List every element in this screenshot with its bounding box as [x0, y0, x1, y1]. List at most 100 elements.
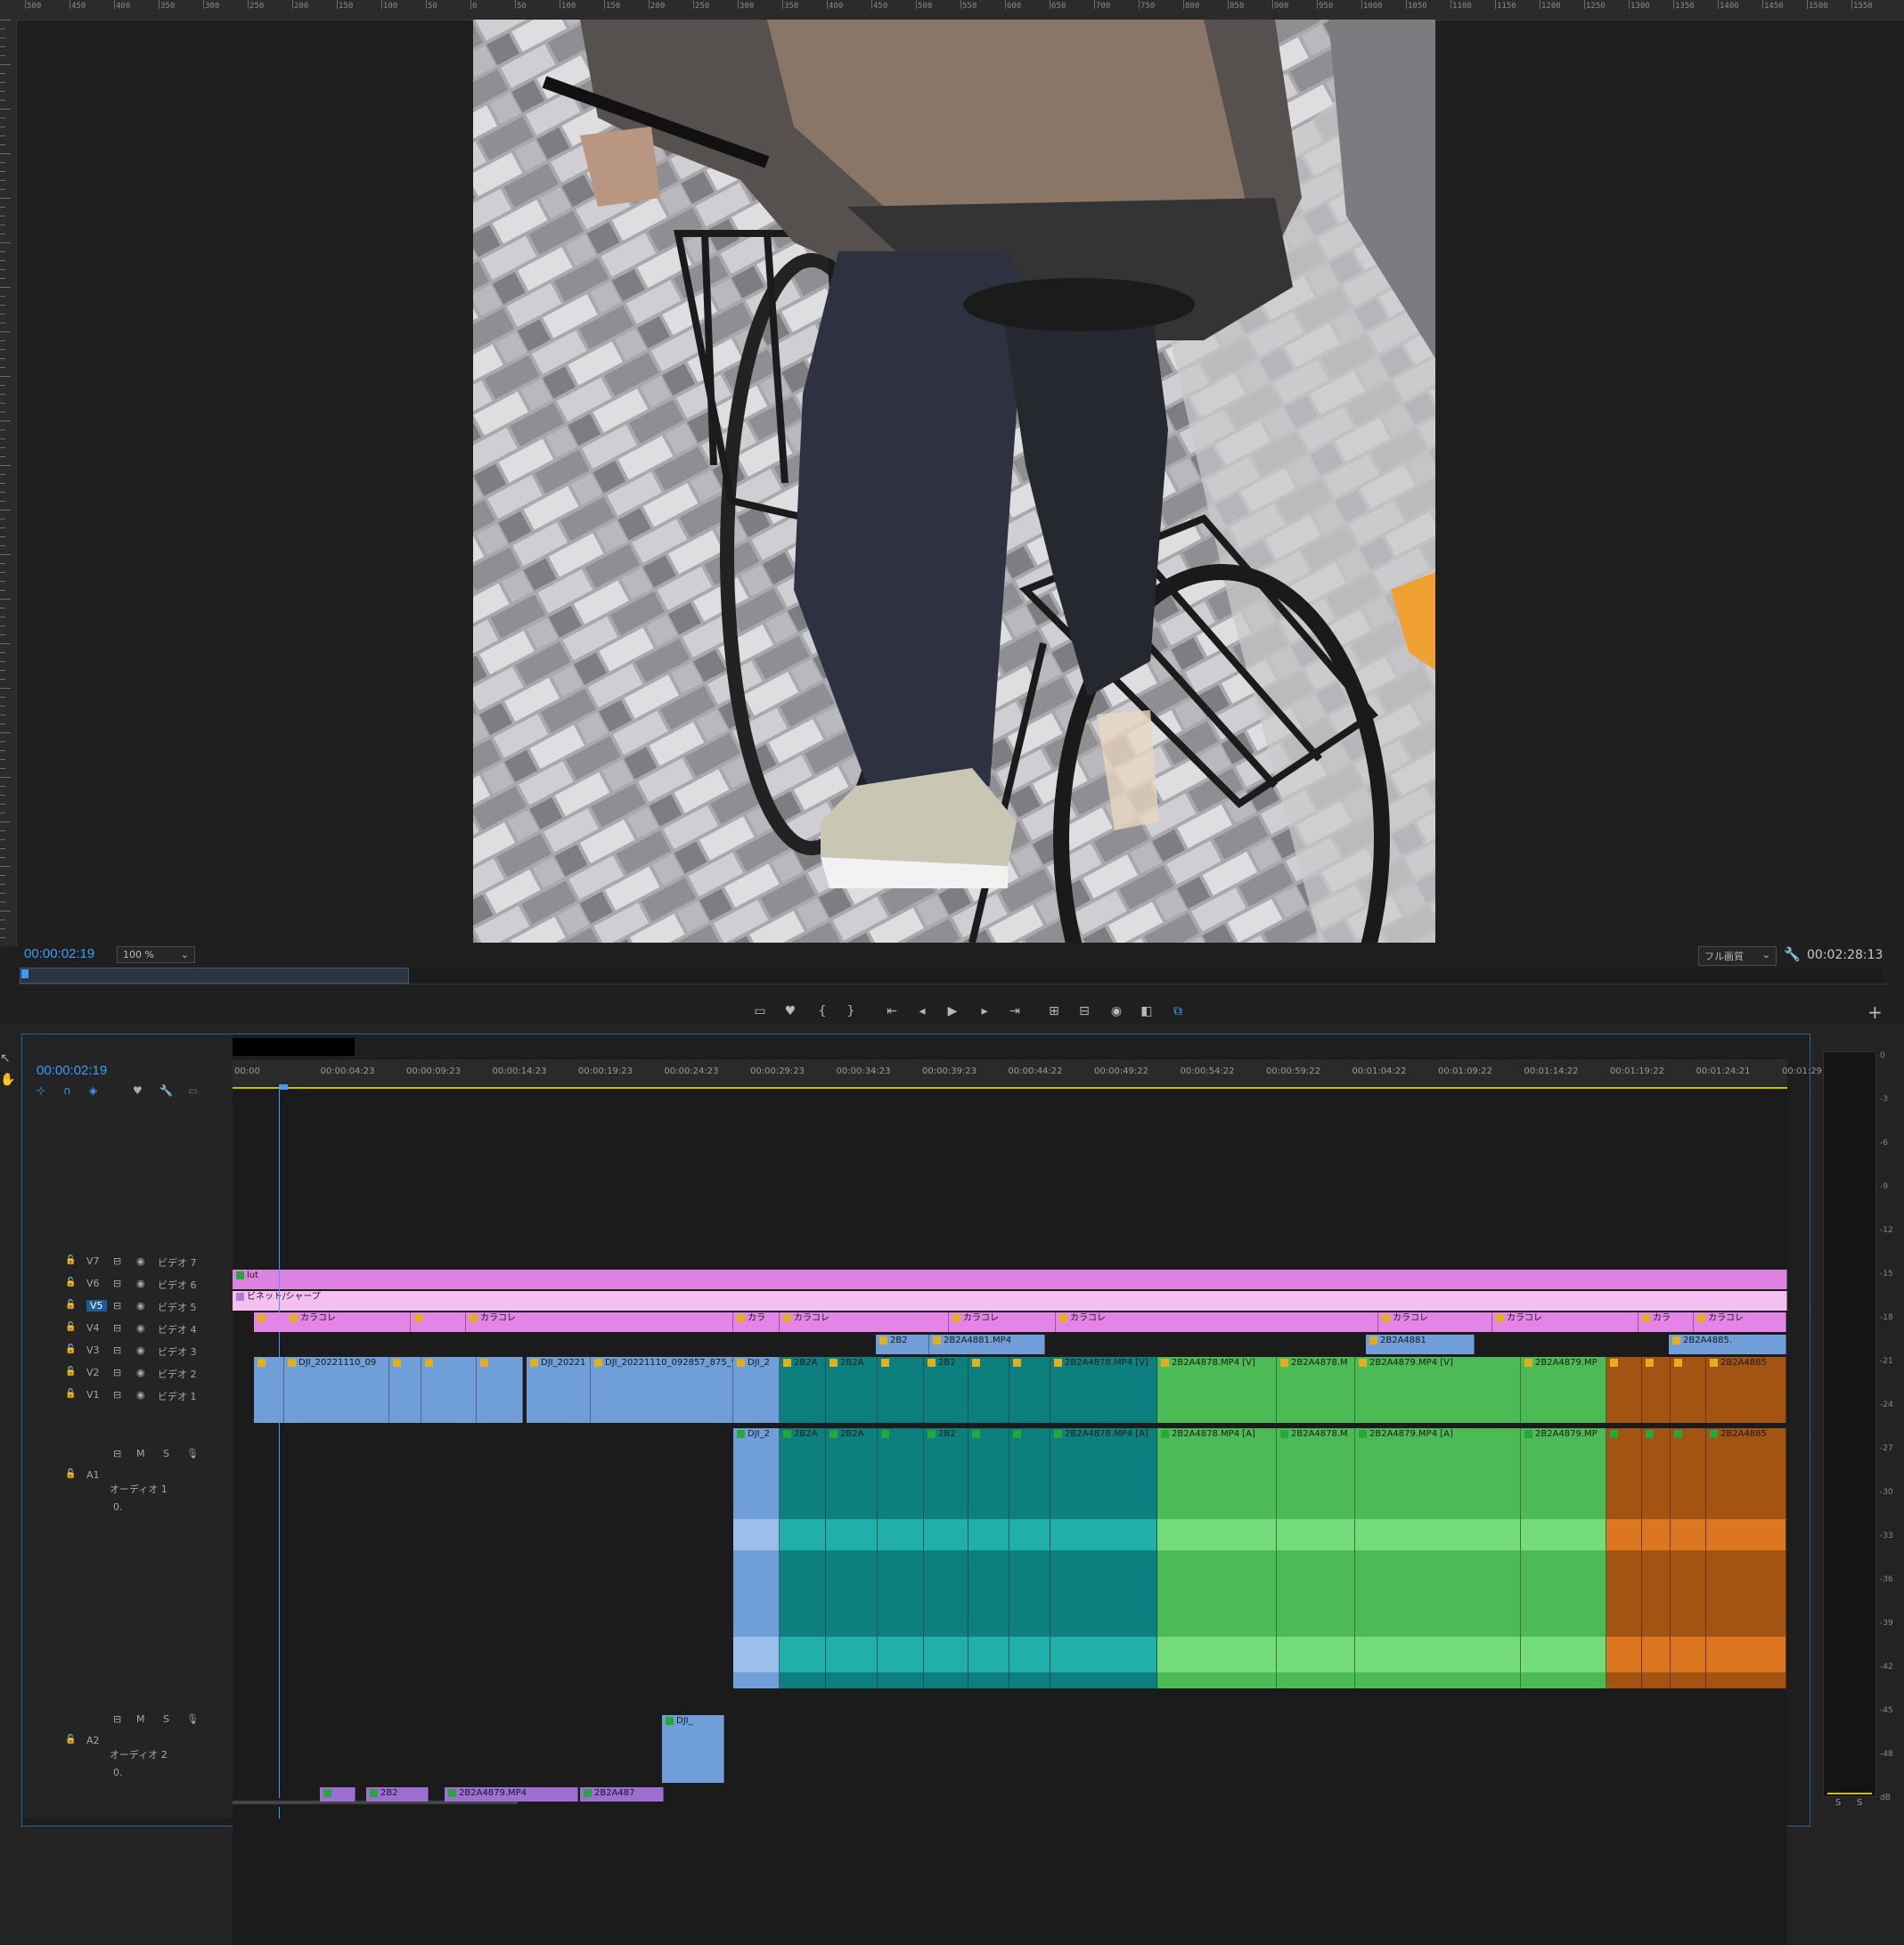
v1-clip[interactable]: 2B2A4878.MP4 [V] — [1157, 1357, 1277, 1423]
time-ruler[interactable]: 00:00 00:00:04:23 00:00:09:23 00:00:14:23 00… — [233, 1059, 1822, 1086]
work-area-bar[interactable] — [233, 1087, 1787, 1089]
v1-clip[interactable] — [1606, 1357, 1642, 1423]
current-timecode[interactable]: 00:00:02:19 — [24, 946, 94, 961]
v1-clip[interactable] — [421, 1357, 477, 1423]
solo-right-button[interactable]: S — [1857, 1798, 1862, 1808]
a3-clip[interactable]: 2B2 — [366, 1787, 429, 1802]
marker-icon[interactable]: ♥ — [780, 1003, 800, 1019]
a1-clip[interactable]: 2B2A4879.MP — [1521, 1428, 1606, 1688]
mark-in-icon[interactable]: { — [813, 1003, 832, 1019]
v1-clip[interactable]: 2B2A4879.MP4 [V] — [1355, 1357, 1521, 1423]
v1-clip[interactable] — [1009, 1357, 1050, 1423]
a1-clip[interactable]: 2B2A4878.MP4 [A] — [1050, 1428, 1157, 1688]
play-icon[interactable]: ▶ — [943, 1003, 962, 1019]
v4-clip[interactable]: カラコレ — [466, 1312, 733, 1332]
track-target-v1[interactable]: V1 — [86, 1389, 100, 1401]
a2-clip[interactable]: DJI_ — [662, 1715, 724, 1783]
v2-clip[interactable]: 2B2A4881 — [1366, 1335, 1475, 1354]
a1-clip[interactable]: 2B2 — [924, 1428, 968, 1688]
v2-clip[interactable]: 2B2A4881.MP4 — [929, 1335, 1045, 1354]
microphone-icon[interactable]: 🎙 — [186, 1713, 199, 1725]
a1-clip[interactable]: 2B2A4885 — [1706, 1428, 1786, 1688]
eye-icon[interactable]: ◉ — [136, 1322, 145, 1334]
track-volume[interactable]: 0. — [113, 1501, 123, 1513]
timeline-tools[interactable]: ⊹∩◈ — [37, 1084, 115, 1097]
v2-clip[interactable]: 2B2 — [876, 1335, 929, 1354]
lift-icon[interactable]: ⊞ — [1044, 1003, 1064, 1019]
add-button-icon[interactable]: + — [1867, 1001, 1883, 1023]
v1-clip[interactable]: 2B2A — [826, 1357, 878, 1423]
a1-clip[interactable]: 2B2A4878.M — [1277, 1428, 1355, 1688]
sync-lock-icon[interactable]: ⊟ — [113, 1322, 121, 1334]
go-to-out-icon[interactable]: ⇥ — [1005, 1003, 1025, 1019]
mute-button[interactable]: M — [136, 1713, 145, 1725]
a1-clip[interactable] — [1671, 1428, 1706, 1688]
a1-clip[interactable] — [1009, 1428, 1050, 1688]
v1-clip[interactable] — [389, 1357, 421, 1423]
v1-clip[interactable]: 2B2A — [780, 1357, 826, 1423]
v4-clip[interactable]: カラコレ — [949, 1312, 1056, 1332]
sync-lock-icon[interactable]: ⊟ — [113, 1344, 121, 1356]
a1-clip[interactable]: 2B2A — [826, 1428, 878, 1688]
captions-icon[interactable]: ▭ — [188, 1084, 198, 1097]
sync-lock-icon[interactable]: ⊟ — [113, 1389, 121, 1401]
v4-clip[interactable]: カラコレ — [1492, 1312, 1638, 1332]
sync-lock-icon[interactable]: ⊟ — [113, 1367, 121, 1378]
eye-icon[interactable]: ◉ — [136, 1367, 145, 1378]
extract-icon[interactable]: ⊟ — [1075, 1003, 1094, 1019]
v4-clip[interactable]: カラコレ — [1056, 1312, 1378, 1332]
v1-clip[interactable] — [1671, 1357, 1706, 1423]
solo-button[interactable]: S — [163, 1448, 169, 1459]
eye-icon[interactable]: ◉ — [136, 1255, 145, 1267]
lock-icon[interactable]: 🔓 — [65, 1469, 76, 1479]
timeline-timecode[interactable]: 00:00:02:19 — [37, 1063, 107, 1078]
lock-icon[interactable]: 🔓 — [65, 1300, 76, 1310]
sync-lock-icon[interactable]: ⊟ — [113, 1448, 121, 1459]
v1-clip[interactable]: DJI_20221110_092857_875_vid — [591, 1357, 733, 1423]
lock-icon[interactable]: 🔓 — [65, 1389, 76, 1399]
step-forward-icon[interactable]: ▸ — [975, 1003, 994, 1019]
v1-clip[interactable]: 2B2 — [924, 1357, 968, 1423]
mark-out-icon[interactable]: } — [841, 1003, 861, 1019]
go-to-in-icon[interactable]: ⇤ — [882, 1003, 902, 1019]
wrench-icon[interactable]: 🔧 — [1784, 946, 1801, 962]
v1-clip[interactable]: 2B2A4878.MP4 [V] — [1050, 1357, 1157, 1423]
track-target-v4[interactable]: V4 — [86, 1322, 100, 1334]
v6-adjustment-clip[interactable]: lut — [233, 1270, 1787, 1289]
solo-button[interactable]: S — [163, 1713, 169, 1725]
sync-lock-icon[interactable]: ⊟ — [113, 1713, 121, 1725]
v1-clip[interactable]: 2B2A4885 — [1706, 1357, 1786, 1423]
v1-clip[interactable] — [968, 1357, 1009, 1423]
a1-clip[interactable]: 2B2A — [780, 1428, 826, 1688]
v1-clip[interactable] — [878, 1357, 924, 1423]
lock-icon[interactable]: 🔓 — [65, 1322, 76, 1332]
eye-icon[interactable]: ◉ — [136, 1344, 145, 1356]
v1-clip[interactable]: DJI_2 — [733, 1357, 780, 1423]
v1-clip[interactable] — [254, 1357, 284, 1423]
playback-resolution-select[interactable]: フル画質 ⌄ — [1698, 946, 1777, 966]
track-target-v6[interactable]: V6 — [86, 1278, 100, 1289]
lock-icon[interactable]: 🔓 — [65, 1735, 76, 1745]
a3-clip[interactable]: 2B2A487 — [580, 1787, 664, 1802]
a1-clip[interactable] — [968, 1428, 1009, 1688]
comparison-view-icon[interactable]: ◧ — [1137, 1003, 1156, 1019]
lock-icon[interactable]: 🔓 — [65, 1367, 76, 1377]
v4-clip[interactable]: カラコレ — [1378, 1312, 1492, 1332]
eye-icon[interactable]: ◉ — [136, 1278, 145, 1289]
microphone-icon[interactable]: 🎙 — [186, 1448, 199, 1459]
marker-tool-icon[interactable]: ♥ — [133, 1084, 143, 1097]
playhead[interactable] — [21, 969, 29, 978]
hand-tool-icon[interactable]: ✋ — [0, 1073, 15, 1087]
sync-lock-icon[interactable]: ⊟ — [113, 1300, 121, 1312]
v5-adjustment-clip[interactable]: ビネット/シャープ — [233, 1291, 1787, 1311]
v1-clip[interactable]: DJI_20221 — [527, 1357, 591, 1423]
sync-lock-icon[interactable]: ⊟ — [113, 1278, 121, 1289]
camera-icon[interactable]: ◉ — [1107, 1003, 1126, 1019]
a1-clip[interactable] — [878, 1428, 924, 1688]
eye-icon[interactable]: ◉ — [136, 1300, 145, 1312]
track-target-v3[interactable]: V3 — [86, 1344, 100, 1356]
v1-clip[interactable] — [1642, 1357, 1671, 1423]
solo-left-button[interactable]: S — [1835, 1798, 1841, 1808]
a1-clip[interactable]: DJI_2 — [733, 1428, 780, 1688]
monitor-scrub-bar[interactable] — [20, 968, 1882, 984]
